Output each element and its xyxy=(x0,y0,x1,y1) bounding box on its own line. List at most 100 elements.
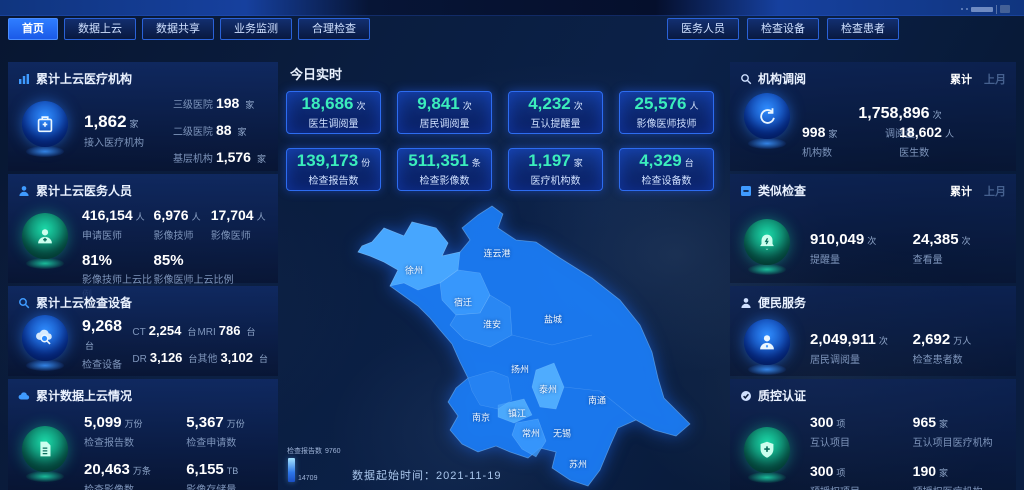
jiangsu-map-shape[interactable] xyxy=(340,195,700,490)
stat-exam-images[interactable]: 511,351条 检查影像数 xyxy=(397,148,492,191)
province-map[interactable]: 徐州 连云港 宿迁 淮安 盐城 扬州 泰州 南通 南京 镇江 常州 无锡 苏州 xyxy=(340,195,700,490)
stat-unit: 家 xyxy=(238,127,247,137)
stat-value: 511,351 xyxy=(408,151,469,170)
stat-unit: 次 xyxy=(933,110,942,120)
stat-unit: 台 xyxy=(259,354,268,364)
stat-value: 198 xyxy=(216,95,239,111)
stat-unit: 台 xyxy=(685,158,694,168)
stat-label: 机构数 xyxy=(802,144,899,159)
stat-value: 4,329 xyxy=(639,151,682,170)
stat-unit: 家 xyxy=(257,154,266,164)
magnifier-icon xyxy=(18,297,30,309)
stat-cell: 2,049,911次 居民调阅量 xyxy=(810,331,913,366)
panel-title: 便民服务 xyxy=(758,294,806,311)
stat-unit: 家 xyxy=(245,100,254,110)
tab-data-cloud[interactable]: 数据上云 xyxy=(64,18,136,40)
stat-value: 139,173 xyxy=(297,151,358,170)
person-icon xyxy=(740,297,752,309)
panel-institution-retrieval: 机构调阅 累计 上月 1,758,896次 调阅量 998家 机构数 18,60… xyxy=(730,62,1016,171)
tab-business-monitor[interactable]: 业务监测 xyxy=(220,18,292,40)
stat-exam-reports[interactable]: 139,173份 检查报告数 xyxy=(286,148,381,191)
stat-unit: 次 xyxy=(867,236,876,246)
stat-value: 9,841 xyxy=(417,94,460,113)
stat-value: 18,686 xyxy=(301,94,353,113)
stat-label: 居民调阅量 xyxy=(810,351,913,366)
stat-cell: 5,367万份 检查申请数 xyxy=(186,414,268,449)
stat-doctor-views[interactable]: 18,686次 医生调阅量 xyxy=(286,91,381,134)
stat-cell: 998家 机构数 xyxy=(802,124,899,159)
stat-label: 基层机构 xyxy=(173,154,213,165)
tab-exam-patients[interactable]: 检查患者 xyxy=(827,18,899,40)
stat-label: 医生调阅量 xyxy=(309,115,359,130)
stat-imaging-staff[interactable]: 25,576人 影像医师技师 xyxy=(619,91,714,134)
stat-label: 互认项目医疗机构 xyxy=(913,434,1006,449)
stat-value: 81% xyxy=(82,252,154,269)
report-doc-icon xyxy=(18,426,72,484)
stat-unit: 人 xyxy=(192,212,201,222)
toggle-cumulative[interactable]: 累计 xyxy=(950,183,972,199)
shield-plus-icon xyxy=(740,427,794,485)
today-row-1: 18,686次 医生调阅量 9,841次 居民调阅量 4,232次 互认提醒量 … xyxy=(286,91,714,134)
stat-value: 6,976 xyxy=(154,207,189,223)
stat-label: 检查设备 xyxy=(82,356,128,371)
data-start-time: 数据起始时间：2021-11-19 xyxy=(352,467,501,483)
stat-unit: 项 xyxy=(836,419,845,429)
stat-mutual-reminders[interactable]: 4,232次 互认提醒量 xyxy=(508,91,603,134)
stat-label: 检查影像数 xyxy=(84,481,186,490)
person-icon xyxy=(18,185,30,197)
stat-label: CT xyxy=(132,327,145,338)
tab-home[interactable]: 首页 xyxy=(8,18,58,40)
left-column: 累计上云医疗机构 1,862家 接入医疗机构 三级医院198家 二级医院88家 … xyxy=(8,62,278,490)
stat-unit: 家 xyxy=(828,129,837,139)
panel-cloud-data: 累计数据上云情况 5,099万份 检查报告数 5,367万份 检查申请数 20,… xyxy=(8,379,278,490)
stat-label: 互认项目 xyxy=(810,434,913,449)
nav-tabs-right: 医务人员 检查设备 检查患者 xyxy=(667,18,899,40)
map-city-label: 盐城 xyxy=(544,313,562,326)
stat-cell: 300项 互认项目 xyxy=(810,414,913,449)
stat-value: 85% xyxy=(154,252,268,269)
stat-unit: 家 xyxy=(939,419,948,429)
tab-rational-exam[interactable]: 合理检查 xyxy=(298,18,370,40)
tab-data-share[interactable]: 数据共享 xyxy=(142,18,214,40)
stat-unit: 份 xyxy=(361,158,370,168)
stat-label: 其他 xyxy=(197,354,217,365)
stat-value: 25,576 xyxy=(634,94,686,113)
stat-exam-devices[interactable]: 4,329台 检查设备数 xyxy=(619,148,714,191)
stat-unit: 家 xyxy=(574,158,583,168)
stat-value: 6,155 xyxy=(186,461,224,478)
stat-cell: 190家 预授权医疗机构 xyxy=(913,463,1006,490)
stat-label: 检查报告数 xyxy=(309,172,359,187)
stat-value: 4,232 xyxy=(528,94,571,113)
stat-value: 965 xyxy=(913,414,936,430)
stat-value: 786 xyxy=(219,323,241,338)
map-city-label: 连云港 xyxy=(483,247,510,260)
stat-label: 检查患者数 xyxy=(913,351,1006,366)
stat-unit: 条 xyxy=(472,158,481,168)
toggle-cumulative[interactable]: 累计 xyxy=(950,71,972,87)
stat-resident-views[interactable]: 9,841次 居民调阅量 xyxy=(397,91,492,134)
sub-stats: 998家 机构数 18,602人 医生数 xyxy=(802,124,1006,159)
panel-cloud-institutions: 累计上云医疗机构 1,862家 接入医疗机构 三级医院198家 二级医院88家 … xyxy=(8,62,278,171)
sync-arrows-icon xyxy=(740,93,794,151)
stat-unit: 万份 xyxy=(125,419,143,429)
staff-icon xyxy=(18,213,72,271)
sub-stats: 三级医院198家 二级医院88家 基层机构1,576家 xyxy=(173,95,268,165)
stat-label: 医生数 xyxy=(899,144,1006,159)
stat-value: 300 xyxy=(810,463,833,479)
map-city-label: 无锡 xyxy=(553,427,571,440)
legend-title: 检查报告数 xyxy=(287,446,322,456)
stat-label: 提醒量 xyxy=(810,251,913,266)
stat-value: 5,367 xyxy=(186,414,224,431)
stat-label: 查看量 xyxy=(913,251,1006,266)
tab-medical-staff[interactable]: 医务人员 xyxy=(667,18,739,40)
stat-cell: 300项 预授权项目 xyxy=(810,463,913,490)
cloud-icon xyxy=(18,390,30,402)
tab-exam-devices[interactable]: 检查设备 xyxy=(747,18,819,40)
stat-value: 3,126 xyxy=(150,350,183,365)
toggle-last-month[interactable]: 上月 xyxy=(984,183,1006,199)
stat-value: 300 xyxy=(810,414,833,430)
panel-cloud-staff: 累计上云医务人员 416,154人 申请医师 6,976人 影像技师 17,70… xyxy=(8,174,278,283)
toggle-last-month[interactable]: 上月 xyxy=(984,71,1006,87)
stat-med-institutions[interactable]: 1,197家 医疗机构数 xyxy=(508,148,603,191)
stat-unit: 次 xyxy=(574,101,583,111)
